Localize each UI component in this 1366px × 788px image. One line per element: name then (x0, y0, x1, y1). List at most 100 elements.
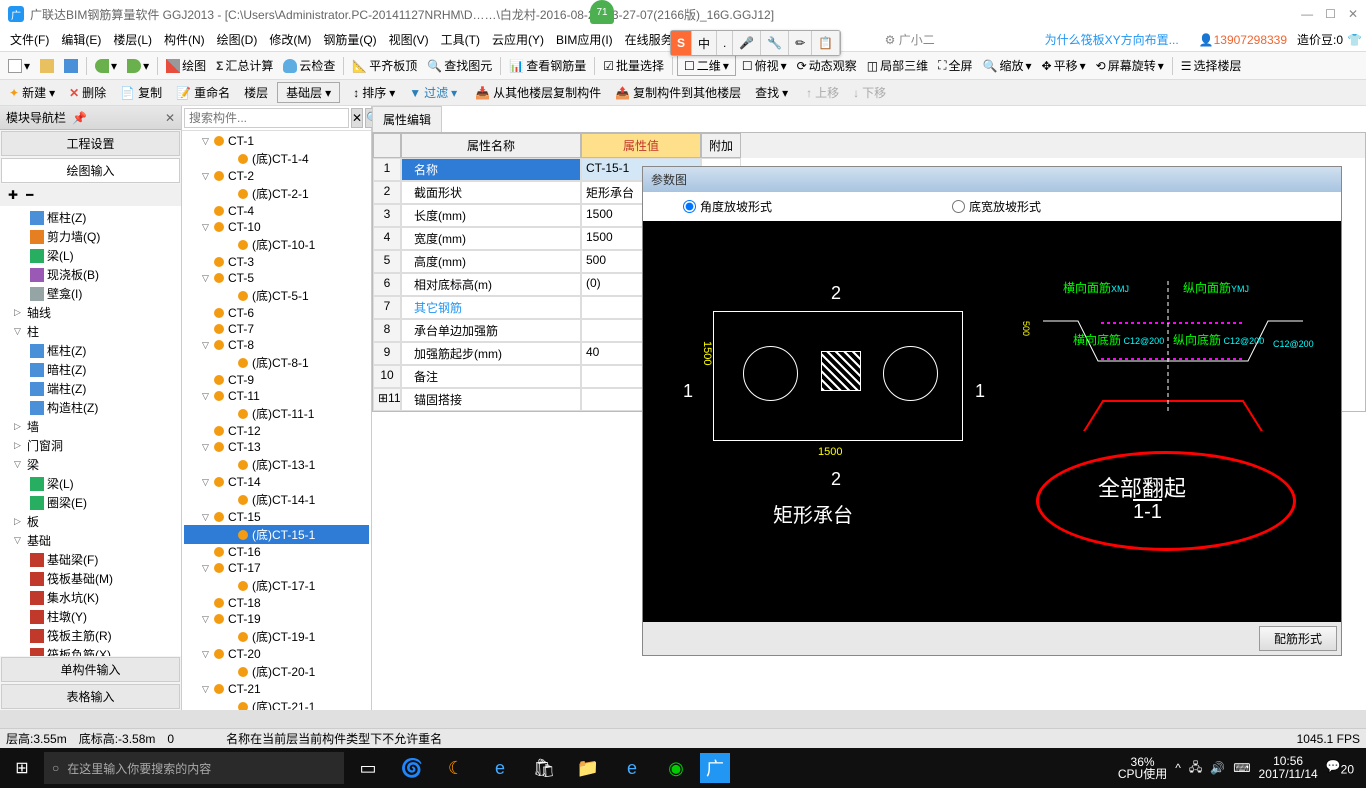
ct-node[interactable]: CT-3 (184, 254, 369, 270)
create-button[interactable]: ✦新建▾ (4, 82, 60, 103)
tab-single-input[interactable]: 单构件输入 (1, 657, 180, 682)
ct-node[interactable]: (底)CT-2-1 (184, 184, 369, 203)
delete-button[interactable]: ✕删除 (64, 82, 111, 103)
ct-node[interactable]: ▽CT-15 (184, 509, 369, 525)
plus-icon[interactable]: ✚ (8, 188, 18, 202)
menu-tools[interactable]: 工具(T) (435, 31, 486, 48)
ime-s[interactable]: S (671, 31, 692, 55)
ime-pen[interactable]: ✏ (789, 31, 812, 55)
ct-node[interactable]: ▽CT-21 (184, 681, 369, 697)
fullscreen-button[interactable]: ⛶全屏 (934, 55, 976, 76)
nav-node[interactable]: 柱墩(Y) (2, 607, 179, 626)
menu-view[interactable]: 视图(V) (383, 31, 435, 48)
minimize-button[interactable]: — (1301, 7, 1313, 21)
app2-icon[interactable]: ☾ (436, 748, 476, 788)
tab-table-input[interactable]: 表格输入 (1, 684, 180, 709)
search-input[interactable] (184, 108, 349, 128)
nav-node[interactable]: 端柱(Z) (2, 379, 179, 398)
nav-node[interactable]: 壁龛(I) (2, 284, 179, 303)
nav-node[interactable]: ▷板 (2, 512, 179, 531)
tray-up-icon[interactable]: ^ (1175, 761, 1181, 775)
redo-button[interactable]: ▾ (123, 57, 153, 75)
tray-ime-icon[interactable]: ⌨ (1233, 761, 1250, 775)
ime-kb[interactable]: 📋 (812, 31, 840, 55)
select-floor-button[interactable]: ☰选择楼层 (1177, 55, 1246, 76)
nav-node[interactable]: 梁(L) (2, 474, 179, 493)
nav-node[interactable]: 构造柱(Z) (2, 398, 179, 417)
ct-node[interactable]: ▽CT-20 (184, 646, 369, 662)
ct-node[interactable]: (底)CT-13-1 (184, 455, 369, 474)
menu-floor[interactable]: 楼层(L) (107, 31, 158, 48)
top-view-button[interactable]: ☐俯视▾ (738, 55, 791, 76)
draw-button[interactable]: 绘图 (162, 55, 210, 76)
app1-icon[interactable]: 🌀 (392, 748, 432, 788)
ct-node[interactable]: (底)CT-8-1 (184, 353, 369, 372)
tray-vol-icon[interactable]: 🔊 (1210, 761, 1225, 775)
base-floor-combo[interactable]: 基础层 ▾ (277, 82, 340, 103)
filter-button[interactable]: ▼过滤▾ (404, 82, 462, 103)
ct-node[interactable]: (底)CT-17-1 (184, 576, 369, 595)
menu-component[interactable]: 构件(N) (158, 31, 211, 48)
nav-node[interactable]: ▷墙 (2, 417, 179, 436)
ggj-icon[interactable]: 广 (700, 753, 730, 783)
start-button[interactable]: ⊞ (4, 750, 40, 786)
move-down-button[interactable]: ↓下移 (848, 82, 891, 103)
menu-rebar[interactable]: 钢筋量(Q) (317, 31, 382, 48)
beans-icon[interactable]: 👕 (1347, 33, 1362, 47)
ime-mic[interactable]: 🎤 (733, 31, 761, 55)
nav-node[interactable]: 现浇板(B) (2, 265, 179, 284)
menu-modify[interactable]: 修改(M) (263, 31, 317, 48)
flat-top-button[interactable]: 📐平齐板顶 (348, 55, 421, 76)
ct-node[interactable]: ▽CT-10 (184, 219, 369, 235)
ct-node[interactable]: (底)CT-10-1 (184, 235, 369, 254)
menu-bim[interactable]: BIM应用(I) (550, 31, 619, 48)
2d-button[interactable]: ☐二维▾ (677, 55, 736, 76)
nav-node[interactable]: 筏板负筋(X) (2, 645, 179, 656)
rotate-button[interactable]: ⟲屏幕旋转▾ (1092, 55, 1168, 76)
ct-node[interactable]: CT-4 (184, 203, 369, 219)
ct-node[interactable]: CT-12 (184, 423, 369, 439)
ct-node[interactable]: ▽CT-2 (184, 168, 369, 184)
find-button[interactable]: 查找▾ (750, 82, 793, 103)
ct-node[interactable]: ▽CT-19 (184, 611, 369, 627)
nav-node[interactable]: ▽柱 (2, 322, 179, 341)
tab-draw-input[interactable]: 绘图输入 (1, 158, 180, 183)
tab-project-settings[interactable]: 工程设置 (1, 131, 180, 156)
taskbar-clock[interactable]: 10:562017/11/14 (1259, 755, 1318, 781)
xiaoer-icon[interactable]: ⚙ 广小二 (885, 31, 935, 48)
close-button[interactable]: ✕ (1348, 7, 1358, 21)
cad-canvas[interactable]: 2 1 2 1 1500 1500 矩形承台 横向面筋XMJ 纵向面筋YMJ 横… (643, 221, 1341, 622)
zoom-button[interactable]: 🔍缩放▾ (979, 55, 1036, 76)
rebar-form-button[interactable]: 配筋形式 (1259, 626, 1337, 651)
ct-node[interactable]: ▽CT-8 (184, 337, 369, 353)
property-tab[interactable]: 属性编辑 (372, 106, 442, 132)
ime-punct[interactable]: . (717, 31, 733, 55)
orbit-button[interactable]: ⟳动态观察 (793, 55, 861, 76)
edge-icon[interactable]: e (480, 748, 520, 788)
view-rebar-button[interactable]: 📊查看钢筋量 (505, 55, 590, 76)
ct-node[interactable]: (底)CT-20-1 (184, 662, 369, 681)
undo-button[interactable]: ▾ (91, 57, 121, 75)
ct-node[interactable]: (底)CT-21-1 (184, 697, 369, 710)
ct-node[interactable]: (底)CT-11-1 (184, 404, 369, 423)
find-elem-button[interactable]: 🔍查找图元 (423, 55, 496, 76)
cpu-meter[interactable]: 36%CPU使用 (1118, 756, 1167, 780)
ct-node[interactable]: ▽CT-13 (184, 439, 369, 455)
store-icon[interactable]: 🛍 (524, 748, 564, 788)
360-icon[interactable]: ◉ (656, 748, 696, 788)
nav-node[interactable]: ▷门窗洞 (2, 436, 179, 455)
batch-select-button[interactable]: ☑批量选择 (599, 55, 668, 76)
save-button[interactable] (60, 57, 82, 75)
floor-combo[interactable]: 楼层 (239, 82, 273, 103)
ct-node[interactable]: CT-16 (184, 544, 369, 560)
ct-node[interactable]: CT-6 (184, 305, 369, 321)
close-panel-icon[interactable]: ✕ (165, 111, 175, 125)
explorer-icon[interactable]: 📁 (568, 748, 608, 788)
ct-node[interactable]: ▽CT-14 (184, 474, 369, 490)
ime-float-bar[interactable]: S 中 . 🎤 🔧 ✏ 📋 (670, 30, 841, 56)
pin-icon[interactable]: 📌 (72, 111, 87, 125)
menu-cloud[interactable]: 云应用(Y) (486, 31, 550, 48)
ct-node[interactable]: (底)CT-5-1 (184, 286, 369, 305)
ime-tool[interactable]: 🔧 (761, 31, 789, 55)
nav-node[interactable]: 集水坑(K) (2, 588, 179, 607)
